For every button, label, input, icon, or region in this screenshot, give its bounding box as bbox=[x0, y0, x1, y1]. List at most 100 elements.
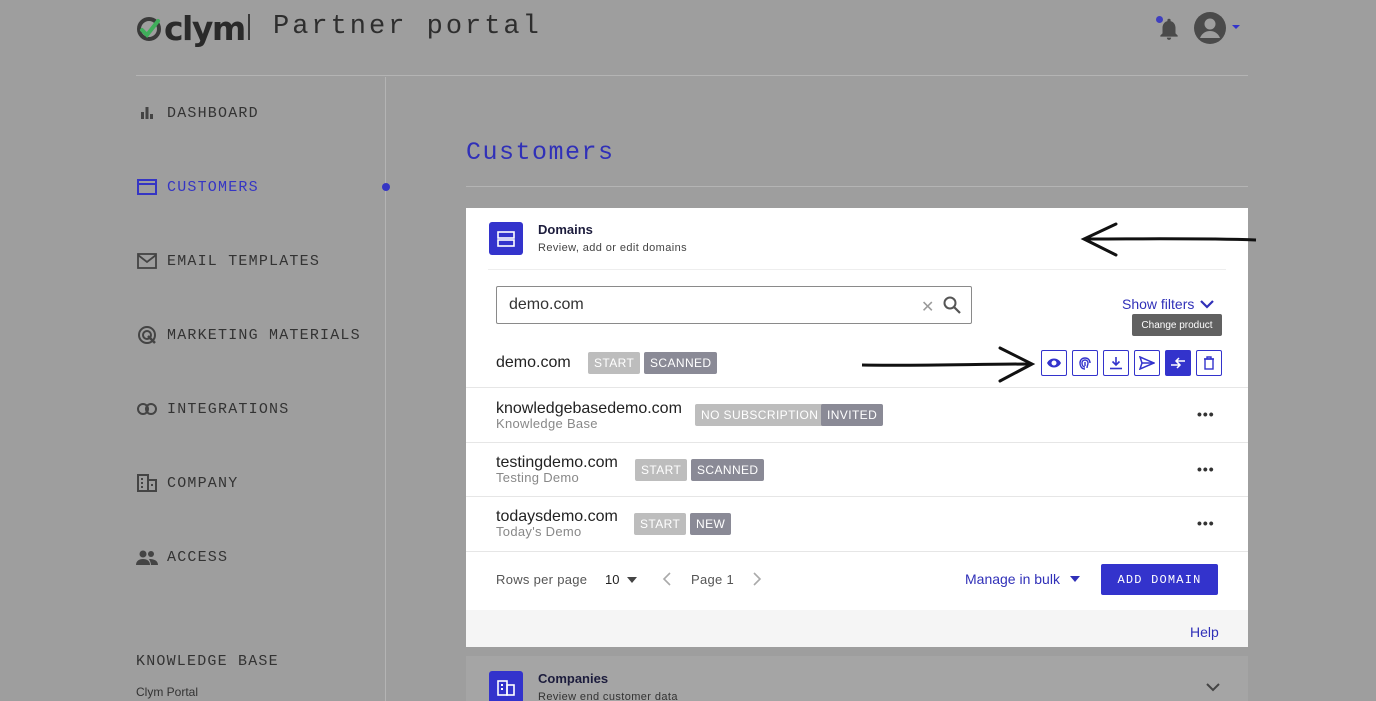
sidebar-item-email-templates[interactable]: EMAIL TEMPLATES bbox=[136, 246, 320, 276]
annotation-arrow-right-icon bbox=[861, 346, 1036, 383]
show-filters-button[interactable]: Show filters bbox=[1122, 296, 1215, 312]
companies-card-subtitle: Review end customer data bbox=[538, 691, 678, 701]
target-icon bbox=[136, 324, 158, 346]
building-icon bbox=[489, 671, 523, 701]
clear-icon[interactable]: ✕ bbox=[921, 297, 935, 316]
title-divider bbox=[466, 186, 1248, 187]
view-button[interactable] bbox=[1041, 350, 1067, 376]
sidebar-item-label: CUSTOMERS bbox=[167, 178, 259, 196]
rows-per-page-value: 10 bbox=[605, 572, 620, 587]
table-row[interactable]: testingdemo.com Testing Demo START SCANN… bbox=[466, 443, 1248, 497]
change-product-tooltip: Change product bbox=[1132, 314, 1222, 336]
sidebar: DASHBOARD CUSTOMERS EMAIL TEMPLATES MARK… bbox=[136, 77, 390, 701]
help-link[interactable]: Help bbox=[1190, 624, 1219, 640]
table-footer: Rows per page 10 Page 1 Manage in bulk A… bbox=[466, 552, 1248, 610]
download-button[interactable] bbox=[1103, 350, 1129, 376]
change-product-button[interactable] bbox=[1165, 350, 1191, 376]
page-label: Page 1 bbox=[691, 572, 735, 587]
more-options-icon[interactable]: ••• bbox=[1197, 461, 1215, 477]
folder-icon bbox=[136, 176, 158, 198]
domains-card: Domains Review, add or edit domains demo… bbox=[466, 208, 1248, 647]
top-header: clym Partner portal bbox=[136, 0, 1248, 76]
caret-down-icon bbox=[1069, 576, 1080, 582]
status-badge: START bbox=[635, 459, 688, 481]
change-product-icon bbox=[1171, 357, 1185, 369]
sidebar-item-access[interactable]: ACCESS bbox=[136, 542, 228, 572]
row-domain: demo.com bbox=[496, 354, 571, 371]
status-badge: SCANNED bbox=[691, 459, 765, 481]
sidebar-item-label: MARKETING MATERIALS bbox=[167, 326, 361, 344]
manage-in-bulk-label: Manage in bulk bbox=[965, 571, 1060, 587]
download-icon bbox=[1110, 357, 1122, 370]
show-filters-label: Show filters bbox=[1122, 296, 1195, 312]
building-icon bbox=[136, 472, 158, 494]
send-icon bbox=[1139, 356, 1155, 370]
sidebar-item-customers[interactable]: CUSTOMERS bbox=[136, 172, 259, 202]
table-row[interactable]: todaysdemo.com Today's Demo START NEW ••… bbox=[466, 497, 1248, 552]
domains-card-subtitle: Review, add or edit domains bbox=[538, 242, 687, 254]
companies-card[interactable]: Companies Review end customer data bbox=[466, 656, 1248, 701]
domain-search-input[interactable]: demo.com ✕ bbox=[496, 286, 972, 324]
caret-down-icon[interactable] bbox=[1231, 22, 1241, 32]
mail-icon bbox=[136, 250, 158, 272]
scan-button[interactable] bbox=[1072, 350, 1098, 376]
row-subname: Knowledge Base bbox=[496, 416, 598, 431]
row-subname: Testing Demo bbox=[496, 470, 580, 485]
search-value: demo.com bbox=[509, 296, 584, 313]
sidebar-item-label: INTEGRATIONS bbox=[167, 400, 290, 418]
rows-per-page-select[interactable]: 10 bbox=[605, 572, 638, 587]
portal-title: Partner portal bbox=[273, 12, 542, 42]
status-badge: INVITED bbox=[821, 404, 884, 426]
sidebar-item-integrations[interactable]: INTEGRATIONS bbox=[136, 394, 289, 424]
caret-down-icon bbox=[627, 576, 638, 583]
sidebar-item-label: COMPANY bbox=[167, 474, 239, 492]
page-title: Customers bbox=[466, 138, 615, 167]
sidebar-item-company[interactable]: COMPANY bbox=[136, 468, 238, 498]
row-subname: Today's Demo bbox=[496, 524, 582, 539]
chevron-down-icon[interactable] bbox=[1206, 682, 1220, 692]
link-icon bbox=[136, 398, 158, 420]
status-badge: NEW bbox=[690, 513, 732, 535]
chevron-left-icon[interactable] bbox=[662, 572, 672, 586]
status-badge: NO SUBSCRIPTION bbox=[695, 404, 825, 426]
row-actions bbox=[1041, 350, 1222, 376]
knowledge-base-link[interactable]: Clym Portal bbox=[136, 685, 198, 699]
annotation-arrow-left-icon bbox=[1080, 222, 1257, 257]
more-options-icon[interactable]: ••• bbox=[1197, 406, 1215, 422]
avatar-icon[interactable] bbox=[1194, 12, 1226, 44]
status-badge: START bbox=[634, 513, 687, 535]
brand-name: clym bbox=[164, 8, 246, 48]
sidebar-item-label: EMAIL TEMPLATES bbox=[167, 252, 321, 270]
eye-icon bbox=[1047, 358, 1061, 368]
rows-per-page-label: Rows per page bbox=[496, 572, 588, 587]
notification-dot bbox=[1156, 16, 1163, 23]
chevron-down-icon bbox=[1200, 300, 1215, 309]
sidebar-item-dashboard[interactable]: DASHBOARD bbox=[136, 98, 259, 128]
more-options-icon[interactable]: ••• bbox=[1197, 515, 1215, 531]
fingerprint-icon bbox=[1079, 357, 1091, 370]
clym-logo[interactable]: clym bbox=[136, 8, 246, 48]
manage-in-bulk-button[interactable]: Manage in bulk bbox=[965, 571, 1080, 587]
clym-logo-mark-icon bbox=[137, 17, 161, 41]
knowledge-base-title: KNOWLEDGE BASE bbox=[136, 653, 279, 670]
status-badge: SCANNED bbox=[644, 352, 718, 374]
send-button[interactable] bbox=[1134, 350, 1160, 376]
people-icon bbox=[136, 546, 158, 568]
status-badge: START bbox=[588, 352, 641, 374]
companies-card-title: Companies bbox=[538, 671, 609, 686]
chevron-right-icon[interactable] bbox=[752, 572, 762, 586]
help-strip: Help bbox=[466, 610, 1248, 647]
header-separator bbox=[248, 14, 250, 40]
sidebar-item-label: DASHBOARD bbox=[167, 104, 259, 122]
domains-card-title: Domains bbox=[538, 222, 593, 237]
card-header-divider bbox=[488, 269, 1226, 270]
trash-icon bbox=[1204, 356, 1214, 370]
add-domain-button[interactable]: ADD DOMAIN bbox=[1101, 564, 1218, 595]
table-row[interactable]: knowledgebasedemo.com Knowledge Base NO … bbox=[466, 388, 1248, 443]
sidebar-item-label: ACCESS bbox=[167, 548, 229, 566]
sidebar-item-marketing-materials[interactable]: MARKETING MATERIALS bbox=[136, 320, 361, 350]
bar-chart-icon bbox=[136, 102, 158, 124]
search-icon[interactable] bbox=[943, 296, 961, 314]
active-indicator-dot bbox=[382, 183, 390, 191]
delete-button[interactable] bbox=[1196, 350, 1222, 376]
